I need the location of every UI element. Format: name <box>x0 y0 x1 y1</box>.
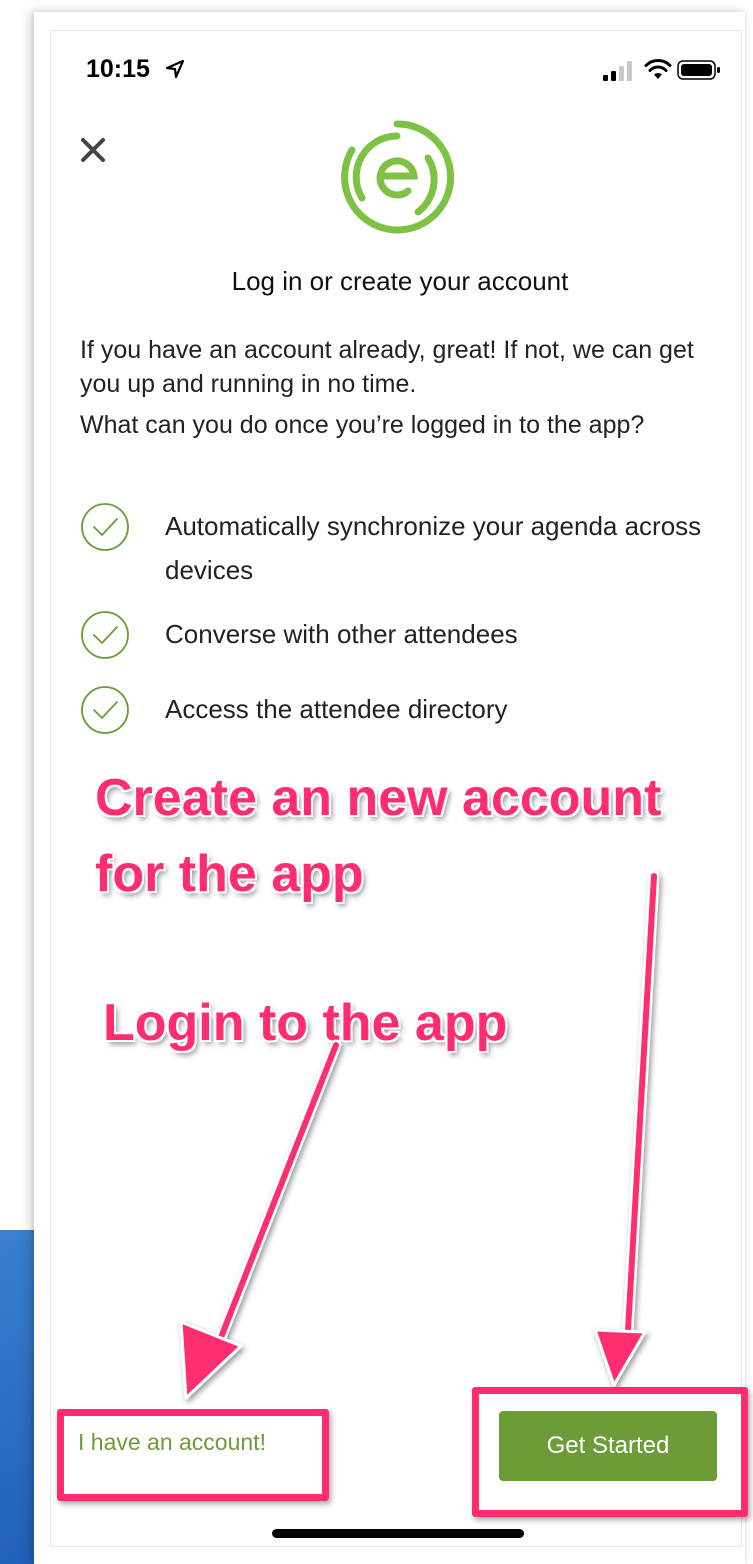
annotation-login: Login to the app <box>103 994 508 1052</box>
feature-text: Automatically synchronize your agenda ac… <box>165 511 702 585</box>
checkmark-circle-icon <box>81 686 129 734</box>
eventbase-e-logo <box>341 120 455 234</box>
feature-text: Converse with other attendees <box>165 619 518 649</box>
have-account-link[interactable]: I have an account! <box>78 1429 266 1456</box>
screenshot-canvas: 10:15 Log in or create your account If y… <box>0 0 753 1564</box>
status-time: 10:15 <box>86 55 150 83</box>
wifi-icon <box>644 59 672 79</box>
checkmark-circle-icon <box>81 503 129 551</box>
intro-paragraph: If you have an account already, great! I… <box>80 336 694 398</box>
annotation-create-account: Create an new account for the app <box>95 769 662 903</box>
feature-text: Access the attendee directory <box>165 694 508 724</box>
checkmark-circle-icon <box>81 611 129 659</box>
page-title: Log in or create your account <box>231 266 569 296</box>
cellular-signal-icon <box>603 61 632 81</box>
location-arrow-icon <box>165 59 185 79</box>
home-indicator[interactable] <box>272 1529 524 1538</box>
close-icon[interactable] <box>78 135 108 165</box>
get-started-button[interactable]: Get Started <box>499 1411 717 1481</box>
battery-icon <box>677 60 720 80</box>
question-paragraph: What can you do once you’re logged in to… <box>80 411 645 439</box>
